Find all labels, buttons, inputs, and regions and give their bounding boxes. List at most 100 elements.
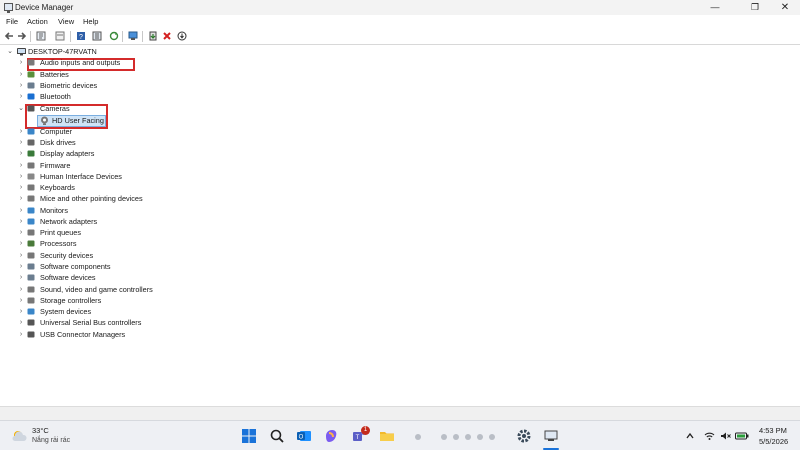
- tree-category-row[interactable]: › Monitors: [17, 205, 197, 216]
- teams-notification-badge: 1: [361, 426, 370, 435]
- chevron-right-icon[interactable]: ›: [17, 306, 25, 317]
- chevron-right-icon[interactable]: ›: [17, 137, 25, 148]
- tree-category-row[interactable]: › Mice and other pointing devices: [17, 193, 197, 204]
- chevron-right-icon[interactable]: ›: [17, 329, 25, 340]
- weather-temperature[interactable]: 33°C: [32, 426, 49, 435]
- tree-category-row[interactable]: › Biometric devices: [17, 80, 197, 91]
- copilot-icon[interactable]: [323, 428, 339, 444]
- show-hidden-icon[interactable]: [55, 31, 65, 41]
- tree-category-row[interactable]: › Processors: [17, 238, 197, 249]
- tree-category-row[interactable]: › Security devices: [17, 250, 197, 261]
- chevron-right-icon[interactable]: ›: [17, 250, 25, 261]
- refresh-icon[interactable]: [109, 31, 119, 41]
- tree-category-row[interactable]: › Computer: [17, 126, 197, 137]
- chevron-right-icon[interactable]: ›: [17, 238, 25, 249]
- settings-gear-icon[interactable]: [516, 428, 532, 444]
- tree-category-row[interactable]: › Keyboards: [17, 182, 197, 193]
- tree-category-label: Firmware: [40, 161, 71, 170]
- software-component-icon: [27, 263, 35, 270]
- tree-category-row[interactable]: › Sound, video and game controllers: [17, 284, 197, 295]
- chevron-right-icon[interactable]: ›: [17, 205, 25, 216]
- chevron-right-icon[interactable]: ›: [17, 227, 25, 238]
- tree-category-row[interactable]: › Display adapters: [17, 148, 197, 159]
- disable-device-icon[interactable]: [177, 31, 187, 41]
- menu-bar: File Action View Help: [0, 15, 800, 28]
- tree-category-row[interactable]: › Bluetooth: [17, 91, 197, 102]
- chevron-right-icon[interactable]: ›: [17, 160, 25, 171]
- volume-muted-icon[interactable]: [720, 431, 731, 441]
- chevron-right-icon[interactable]: ›: [17, 57, 25, 68]
- chevron-up-icon[interactable]: [685, 431, 695, 441]
- device-manager-taskbar-icon[interactable]: [543, 428, 559, 444]
- forward-arrow-icon[interactable]: [17, 31, 27, 41]
- chevron-right-icon[interactable]: ›: [17, 182, 25, 193]
- chevron-right-icon[interactable]: ›: [17, 69, 25, 80]
- usb-icon: [27, 319, 35, 326]
- tree-category-row[interactable]: › System devices: [17, 306, 197, 317]
- tree-category-label: Computer: [40, 127, 73, 136]
- tree-category-row[interactable]: › Software components: [17, 261, 197, 272]
- chevron-right-icon[interactable]: ›: [17, 216, 25, 227]
- tree-root[interactable]: ⌄ DESKTOP-47RVATN: [6, 46, 126, 57]
- chevron-right-icon[interactable]: ›: [17, 80, 25, 91]
- tree-category-row[interactable]: › Storage controllers: [17, 295, 197, 306]
- tree-category-row[interactable]: › Network adapters: [17, 216, 197, 227]
- chevron-right-icon[interactable]: ›: [17, 126, 25, 137]
- tree-category-row[interactable]: › Batteries: [17, 69, 197, 80]
- uninstall-device-icon[interactable]: [162, 31, 172, 41]
- chevron-right-icon[interactable]: ›: [17, 171, 25, 182]
- chevron-right-icon[interactable]: ›: [17, 295, 25, 306]
- tree-category-row[interactable]: › Disk drives: [17, 137, 197, 148]
- file-explorer-icon[interactable]: [379, 428, 395, 444]
- menu-action[interactable]: Action: [27, 17, 48, 26]
- tree-category-row[interactable]: › Audio inputs and outputs: [17, 57, 197, 68]
- tree-category-row[interactable]: › Software devices: [17, 272, 197, 283]
- weather-icon[interactable]: [11, 428, 27, 444]
- chevron-right-icon[interactable]: ›: [17, 148, 25, 159]
- update-driver-icon[interactable]: [148, 31, 158, 41]
- mouse-icon: [27, 195, 35, 202]
- tree-category-row[interactable]: › USB Connector Managers: [17, 329, 197, 340]
- back-arrow-icon[interactable]: [4, 31, 14, 41]
- scan-hardware-icon[interactable]: [128, 31, 138, 41]
- chevron-right-icon[interactable]: ›: [17, 91, 25, 102]
- tree-category-row[interactable]: › Firmware: [17, 160, 197, 171]
- properties-icon[interactable]: [36, 31, 46, 41]
- chevron-down-icon[interactable]: ⌄: [6, 46, 14, 57]
- tree-category-row[interactable]: › Universal Serial Bus controllers: [17, 317, 197, 328]
- chevron-right-icon[interactable]: ›: [17, 261, 25, 272]
- windows-start-icon[interactable]: [241, 428, 257, 444]
- tree-root-label: DESKTOP-47RVATN: [28, 47, 97, 56]
- clock-date[interactable]: 5/5/2026: [759, 437, 788, 446]
- chevron-down-icon[interactable]: ⌄: [17, 103, 25, 114]
- minimize-button[interactable]: —: [698, 0, 732, 15]
- tree-category-label: USB Connector Managers: [40, 330, 126, 339]
- chevron-right-icon[interactable]: ›: [17, 284, 25, 295]
- clock-time[interactable]: 4:53 PM: [759, 426, 787, 435]
- maximize-button[interactable]: ❐: [738, 0, 772, 15]
- tree-category-label: Network adapters: [40, 217, 98, 226]
- weather-description[interactable]: Nắng rải rác: [32, 437, 70, 444]
- device-manager-window: Device Manager — ❐ ✕ File Action View He…: [0, 0, 800, 420]
- search-icon[interactable]: [269, 428, 285, 444]
- tree-category-label: Software devices: [40, 273, 96, 282]
- tree-category-row[interactable]: ⌄ Cameras: [17, 103, 197, 114]
- tree-category-label: Security devices: [40, 251, 94, 260]
- menu-file[interactable]: File: [6, 17, 18, 26]
- tree-category-row[interactable]: › Human Interface Devices: [17, 171, 197, 182]
- toolbar-separator: [30, 31, 31, 42]
- chevron-right-icon[interactable]: ›: [17, 317, 25, 328]
- chevron-right-icon[interactable]: ›: [17, 272, 25, 283]
- help-icon[interactable]: ?: [76, 31, 86, 41]
- pinned-apps-blurred-icon[interactable]: [410, 431, 510, 443]
- battery-charging-icon[interactable]: [735, 431, 749, 441]
- outlook-icon[interactable]: O: [296, 428, 312, 444]
- close-button[interactable]: ✕: [768, 0, 800, 15]
- tree-category-row[interactable]: › Print queues: [17, 227, 197, 238]
- device-properties-icon[interactable]: [92, 31, 102, 41]
- computer-icon: [17, 48, 26, 56]
- menu-view[interactable]: View: [58, 17, 74, 26]
- chevron-right-icon[interactable]: ›: [17, 193, 25, 204]
- wifi-icon[interactable]: [704, 431, 715, 441]
- menu-help[interactable]: Help: [83, 17, 98, 26]
